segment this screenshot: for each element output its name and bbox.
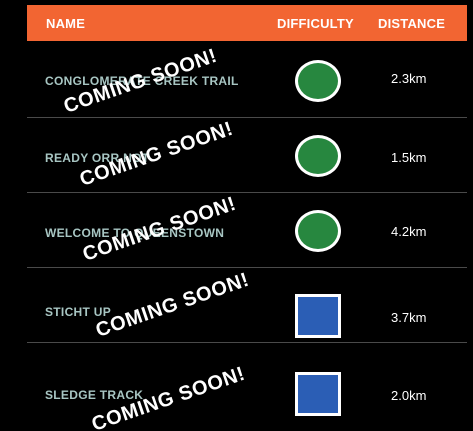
- trail-distance: 1.5km: [391, 150, 427, 165]
- difficulty-column-header: DIFFICULTY: [277, 15, 354, 31]
- green-circle-icon: [295, 210, 341, 252]
- distance-column-header: DISTANCE: [378, 15, 446, 31]
- trail-row[interactable]: WELCOME TO QUEENSTOWN 4.2km COMING SOON!: [27, 193, 467, 268]
- trail-distance: 3.7km: [391, 310, 427, 325]
- trail-distance: 2.0km: [391, 388, 427, 403]
- name-column-header: NAME: [46, 15, 86, 31]
- table-header: NAME DIFFICULTY DISTANCE: [27, 5, 467, 41]
- trail-row[interactable]: CONGLOMERATE CREEK TRAIL 2.3km COMING SO…: [27, 43, 467, 118]
- trails-page: NAME DIFFICULTY DISTANCE CONGLOMERATE CR…: [0, 0, 473, 431]
- trail-distance: 4.2km: [391, 224, 427, 239]
- blue-square-icon: [295, 372, 341, 416]
- trail-name[interactable]: SLEDGE TRACK: [45, 388, 143, 402]
- coming-soon-overlay: COMING SOON!: [93, 268, 252, 342]
- trail-distance: 2.3km: [391, 71, 427, 86]
- green-circle-icon: [295, 60, 341, 102]
- trail-row[interactable]: STICHT UP 3.7km COMING SOON!: [27, 268, 467, 343]
- blue-square-icon: [295, 294, 341, 338]
- green-circle-icon: [295, 135, 341, 177]
- trail-row[interactable]: READY ORR NOT 1.5km COMING SOON!: [27, 118, 467, 193]
- trail-row[interactable]: SLEDGE TRACK 2.0km COMING SOON!: [27, 343, 467, 431]
